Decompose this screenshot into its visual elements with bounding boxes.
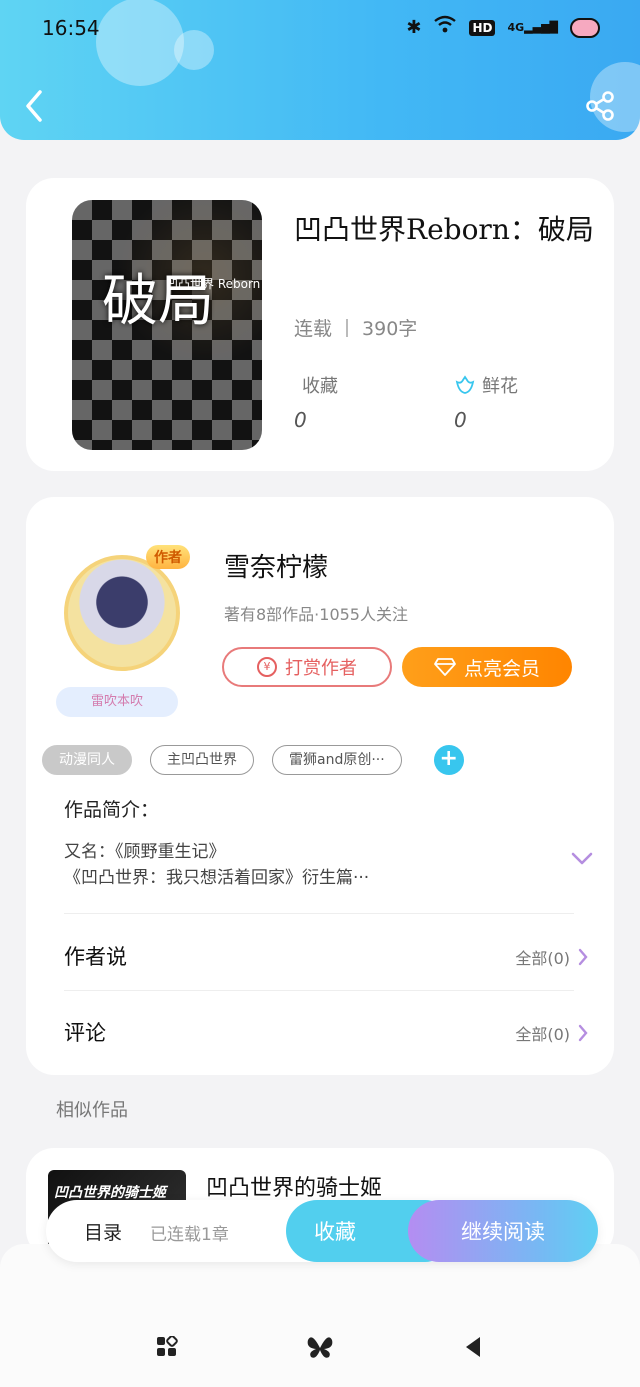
- home-butterfly-icon[interactable]: [306, 1336, 334, 1360]
- decor-bubble: [174, 30, 214, 70]
- wifi-icon: [433, 14, 457, 41]
- intro-line: 《凹凸世界：我只想活着回家》衍生篇···: [64, 868, 370, 888]
- similar-book-title: 凹凸世界的骑士姬: [206, 1176, 383, 1201]
- word-count: 390字: [362, 318, 418, 340]
- flower-icon: [455, 375, 475, 394]
- battery-icon: [570, 17, 600, 38]
- status-time: 16:54: [42, 16, 100, 40]
- author-says-title[interactable]: 作者说: [64, 941, 127, 971]
- author-name[interactable]: 雪奈柠檬: [224, 547, 328, 584]
- back-triangle-icon[interactable]: [464, 1336, 482, 1358]
- divider: [64, 913, 574, 914]
- book-status: 连载: [294, 318, 333, 340]
- yen-icon: ¥: [257, 657, 277, 677]
- decor-bubble: [96, 0, 184, 86]
- flowers-label: 鲜花: [482, 376, 518, 397]
- author-avatar-wrap[interactable]: 作者: [54, 545, 190, 681]
- author-card: 作者 雷吹本吹 雪奈柠檬 著有8部作品·1055人关注 ¥ 打赏作者 点亮会员 …: [26, 497, 614, 1075]
- share-button[interactable]: [584, 90, 616, 122]
- chevron-down-icon: [571, 852, 593, 865]
- comments-more[interactable]: 全部(0): [515, 1021, 588, 1045]
- intro-heading: 作品简介：: [64, 799, 160, 821]
- similar-heading: 相似作品: [56, 1100, 128, 1121]
- diamond-icon: [434, 658, 456, 676]
- author-badge: 作者: [146, 545, 190, 569]
- book-cover[interactable]: 破局 凹凸世界 Reborn: [72, 200, 262, 450]
- continue-label: 继续阅读: [461, 1220, 545, 1244]
- chevron-left-icon: [26, 90, 42, 122]
- apps-icon[interactable]: [156, 1336, 178, 1358]
- similar-cover-text: 凹凸世界的骑士姬: [54, 1185, 166, 1201]
- status-icons: ✱ HD 4G▂▄▆█: [406, 14, 600, 41]
- share-icon: [586, 91, 614, 121]
- bottom-action-bar: 目录 已连载1章 收藏 继续阅读: [46, 1200, 598, 1262]
- tag-item[interactable]: 动漫同人: [42, 745, 132, 775]
- author-says-more[interactable]: 全部(0): [515, 945, 588, 969]
- tag-list: 动漫同人 主凹凸世界 雷狮and原创··· +: [42, 745, 464, 775]
- vip-button[interactable]: 点亮会员: [402, 647, 572, 687]
- bluetooth-icon: ✱: [406, 16, 422, 38]
- cover-subtitle: 凹凸世界 Reborn: [166, 277, 261, 291]
- chapter-count: 已连载1章: [150, 1225, 229, 1245]
- top-header: 16:54 ✱ HD 4G▂▄▆█: [0, 0, 640, 140]
- favorites-count: 0: [294, 408, 307, 432]
- book-title: 凹凸世界Reborn：破局: [294, 213, 594, 246]
- continue-reading-button[interactable]: 继续阅读: [408, 1200, 598, 1262]
- chevron-right-icon: [578, 1024, 588, 1042]
- intro-line: 又名：《顾野重生记》: [64, 842, 226, 862]
- hd-icon: HD: [469, 19, 496, 36]
- author-says-count: 全部(0): [515, 949, 570, 968]
- tag-item[interactable]: 雷狮and原创···: [272, 745, 402, 775]
- favorites-label: 收藏: [302, 376, 338, 397]
- comments-count: 全部(0): [515, 1025, 570, 1044]
- signal-icon: 4G▂▄▆█: [507, 20, 558, 34]
- back-button[interactable]: [20, 86, 50, 126]
- author-info: 著有8部作品·1055人关注: [224, 605, 408, 624]
- chevron-right-icon: [578, 948, 588, 966]
- book-info-card: 破局 凹凸世界 Reborn 凹凸世界Reborn：破局 连载 390字 收藏 …: [26, 178, 614, 471]
- reward-label: 打赏作者: [285, 658, 357, 679]
- catalog-button[interactable]: 目录: [84, 1218, 122, 1245]
- favorite-label: 收藏: [314, 1220, 356, 1244]
- avatar: [64, 555, 180, 671]
- fan-badge: 雷吹本吹: [56, 687, 178, 717]
- flowers-count: 0: [454, 408, 467, 432]
- divider: [64, 990, 574, 991]
- comments-title[interactable]: 评论: [64, 1017, 106, 1047]
- meta-divider: [346, 318, 349, 337]
- add-tag-button[interactable]: +: [433, 745, 464, 775]
- signal-label: 4G: [507, 20, 525, 34]
- system-nav-bar: [0, 1244, 640, 1387]
- tag-item[interactable]: 主凹凸世界: [150, 745, 254, 775]
- reward-author-button[interactable]: ¥ 打赏作者: [222, 647, 392, 687]
- flowers-stat: 鲜花: [454, 372, 518, 398]
- expand-intro-button[interactable]: [570, 851, 594, 867]
- book-meta: 连载 390字: [294, 314, 417, 341]
- vip-label: 点亮会员: [463, 657, 540, 680]
